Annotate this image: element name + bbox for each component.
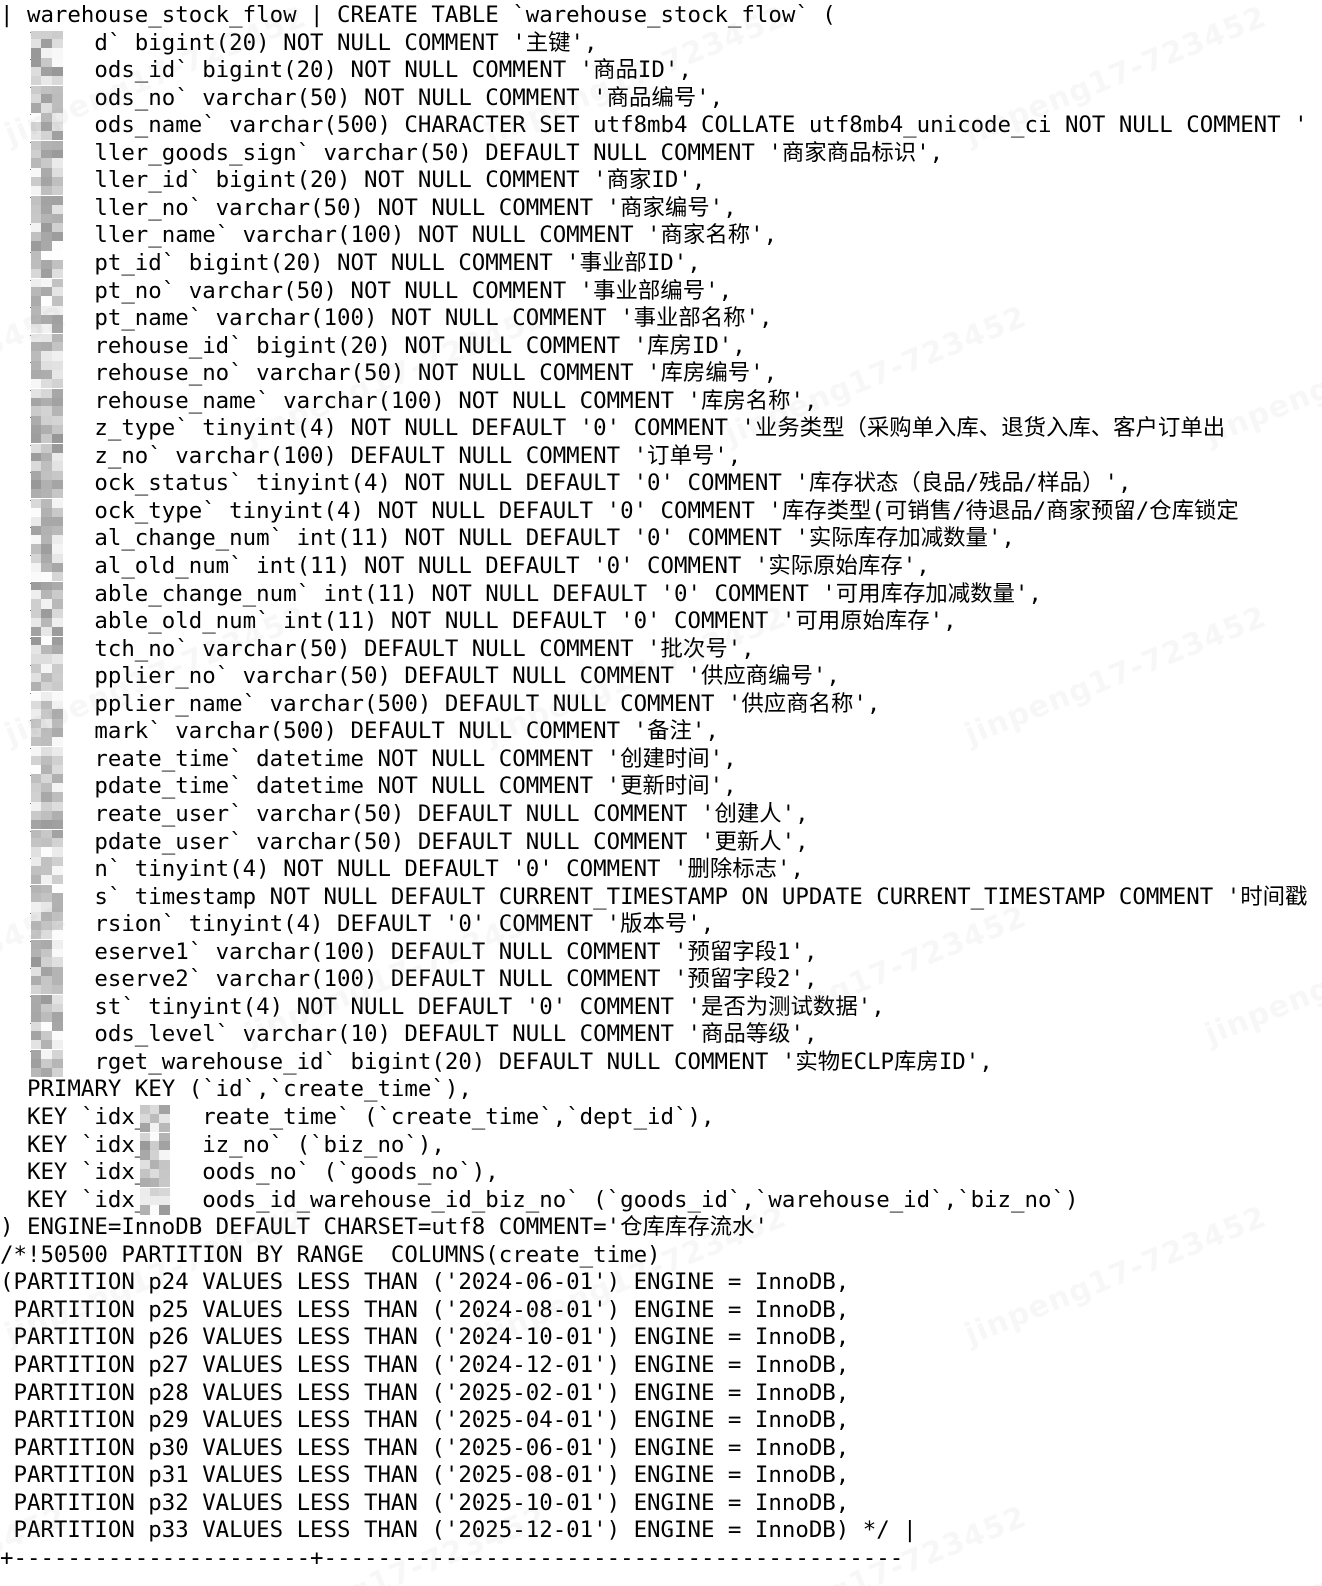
code-line: ` rehouse_name` varchar(100) NOT NULL CO… — [0, 387, 818, 414]
code-line: PARTITION p26 VALUES LESS THAN ('2024-10… — [0, 1324, 850, 1351]
code-line: ` z_no` varchar(100) DEFAULT NULL COMMEN… — [0, 442, 742, 469]
code-line: ` mark` varchar(500) DEFAULT NULL COMMEN… — [0, 718, 719, 745]
code-line: ` pplier_name` varchar(500) DEFAULT NULL… — [0, 690, 881, 717]
code-line: ` pt_name` varchar(100) NOT NULL COMMENT… — [0, 305, 773, 332]
code-line: ` rehouse_id` bigint(20) NOT NULL COMMEN… — [0, 332, 746, 359]
code-line: ) ENGINE=InnoDB DEFAULT CHARSET=utf8 COM… — [0, 1214, 768, 1241]
code-line: ` pt_id` bigint(20) NOT NULL COMMENT '事业… — [0, 249, 701, 276]
code-line: ` reate_user` varchar(50) DEFAULT NULL C… — [0, 800, 809, 827]
code-line: ` able_change_num` int(11) NOT NULL DEFA… — [0, 580, 1042, 607]
code-line: PARTITION p30 VALUES LESS THAN ('2025-06… — [0, 1434, 850, 1461]
code-line: ` rehouse_no` varchar(50) NOT NULL COMME… — [0, 360, 778, 387]
code-line: PARTITION p33 VALUES LESS THAN ('2025-12… — [0, 1517, 917, 1544]
code-line: ` ods_no` varchar(50) NOT NULL COMMENT '… — [0, 84, 724, 111]
code-line: ` able_old_num` int(11) NOT NULL DEFAULT… — [0, 608, 957, 635]
code-line: ` st` tinyint(4) NOT NULL DEFAULT '0' CO… — [0, 993, 885, 1020]
code-line: PARTITION p29 VALUES LESS THAN ('2025-04… — [0, 1407, 850, 1434]
code-line: ` ods_id` bigint(20) NOT NULL COMMENT '商… — [0, 57, 692, 84]
code-line: ` al_old_num` int(11) NOT NULL DEFAULT '… — [0, 553, 930, 579]
code-line: | warehouse_stock_flow | CREATE TABLE `w… — [0, 2, 836, 28]
code-line: ` ller_no` varchar(50) NOT NULL COMMENT … — [0, 194, 737, 221]
code-line: PRIMARY KEY (`id`,`create_time`), — [0, 1076, 472, 1103]
code-line: PARTITION p25 VALUES LESS THAN ('2024-08… — [0, 1296, 850, 1323]
code-line: ` tch_no` varchar(50) DEFAULT NULL COMME… — [0, 635, 755, 662]
code-line: ` ller_name` varchar(100) NOT NULL COMME… — [0, 222, 778, 249]
code-line: ` ller_goods_sign` varchar(50) DEFAULT N… — [0, 139, 944, 166]
code-line: ` rget_warehouse_id` bigint(20) DEFAULT … — [0, 1048, 993, 1075]
code-line: ` pt_no` varchar(50) NOT NULL COMMENT '事… — [0, 277, 733, 304]
code-line: KEY `idx_ iz_no` (`biz_no`), — [0, 1131, 445, 1158]
code-line: (PARTITION p24 VALUES LESS THAN ('2024-0… — [0, 1269, 850, 1296]
code-line: ` reate_time` datetime NOT NULL COMMENT … — [0, 745, 737, 772]
terminal-output-pane[interactable]: | warehouse_stock_flow | CREATE TABLE `w… — [0, 0, 1322, 1586]
code-line: PARTITION p31 VALUES LESS THAN ('2025-08… — [0, 1462, 850, 1489]
code-line: ` d` bigint(20) NOT NULL COMMENT '主键', — [0, 29, 598, 56]
code-line: ` al_change_num` int(11) NOT NULL DEFAUL… — [0, 525, 1015, 552]
code-line: ` ock_type` tinyint(4) NOT NULL DEFAULT … — [0, 497, 1239, 524]
code-line: /*!50500 PARTITION BY RANGE COLUMNS(crea… — [0, 1241, 661, 1268]
code-line: PARTITION p27 VALUES LESS THAN ('2024-12… — [0, 1351, 850, 1378]
table-border-row: +----------------------+----------------… — [0, 1544, 904, 1571]
code-line: ` z_type` tinyint(4) NOT NULL DEFAULT '0… — [0, 415, 1226, 442]
code-line: KEY `idx_ reate_time` (`create_time`,`de… — [0, 1104, 715, 1130]
code-line: KEY `idx_ oods_no` (`goods_no`), — [0, 1159, 499, 1186]
code-line: ` ods_name` varchar(500) CHARACTER SET u… — [0, 112, 1308, 139]
code-line: ` s` timestamp NOT NULL DEFAULT CURRENT_… — [0, 883, 1308, 910]
code-line: ` ock_status` tinyint(4) NOT NULL DEFAUL… — [0, 470, 1132, 497]
code-line: ` rsion` tinyint(4) DEFAULT '0' COMMENT … — [0, 911, 715, 938]
code-line: PARTITION p32 VALUES LESS THAN ('2025-10… — [0, 1489, 850, 1516]
code-line: ` pdate_user` varchar(50) DEFAULT NULL C… — [0, 828, 809, 855]
code-line: ` pplier_no` varchar(50) DEFAULT NULL CO… — [0, 663, 840, 690]
code-line: ` pdate_time` datetime NOT NULL COMMENT … — [0, 773, 737, 800]
code-line: ` ods_level` varchar(10) DEFAULT NULL CO… — [0, 1021, 818, 1048]
code-line: ` ller_id` bigint(20) NOT NULL COMMENT '… — [0, 167, 706, 194]
code-line: KEY `idx_ oods_id_warehouse_id_biz_no` (… — [0, 1186, 1079, 1213]
code-line: ` eserve2` varchar(100) DEFAULT NULL COM… — [0, 966, 818, 993]
code-line: ` n` tinyint(4) NOT NULL DEFAULT '0' COM… — [0, 856, 805, 883]
code-line: PARTITION p28 VALUES LESS THAN ('2025-02… — [0, 1379, 850, 1406]
code-line: ` eserve1` varchar(100) DEFAULT NULL COM… — [0, 938, 818, 965]
